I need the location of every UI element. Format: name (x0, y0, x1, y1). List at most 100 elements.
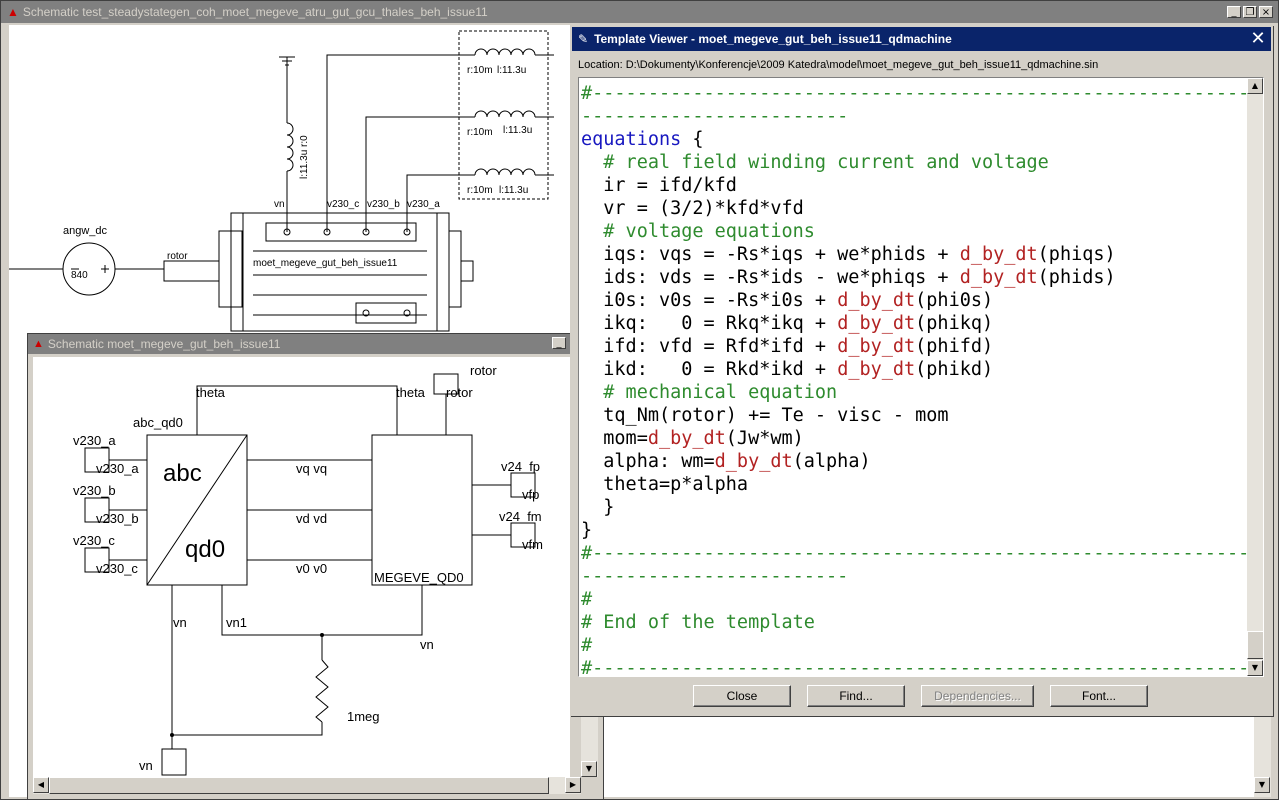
sub-scroll-down-button[interactable]: ▼ (581, 761, 597, 777)
code-token: ids: vds = -Rs*ids - we*phiqs + (581, 267, 960, 288)
v24-fp-label: v24_fp (501, 459, 540, 474)
code-scroll-up-button[interactable]: ▲ (1247, 78, 1263, 94)
sub-app-icon[interactable]: ▲ (33, 338, 44, 350)
qd0-block-label: qd0 (185, 536, 225, 563)
code-line: } (581, 496, 1263, 519)
megeve-block-label: MEGEVE_QD0 (374, 570, 464, 585)
code-line: ids: vds = -Rs*ids - we*phiqs + d_by_dt(… (581, 266, 1263, 289)
code-line: #---------------------------------------… (581, 542, 1263, 565)
sub-scroll-right-button[interactable]: ▶ (565, 777, 581, 793)
rotor-pin-label: rotor (446, 385, 473, 400)
coil2-r-label: r:10m (467, 127, 493, 138)
code-line: theta=p*alpha (581, 473, 1263, 496)
code-token: (phi0s) (915, 290, 994, 311)
code-line: # mechanical equation (581, 381, 1263, 404)
code-token: # (581, 635, 593, 656)
code-scroll-thumb[interactable] (1247, 631, 1263, 659)
main-scroll-down-button[interactable]: ▼ (1254, 777, 1270, 793)
code-scroll-down-button[interactable]: ▼ (1247, 660, 1263, 676)
sub-horizontal-thumb[interactable] (49, 777, 549, 794)
v230-b-pin-label: v230_b (96, 511, 139, 526)
code-line: ikq: 0 = Rkq*ikq + d_by_dt(phikq) (581, 312, 1263, 335)
close-button[interactable]: × (1259, 6, 1273, 18)
v230-a-label: v230_a (73, 433, 116, 448)
find-button[interactable]: Find... (807, 685, 905, 707)
v0-label: v0 v0 (296, 561, 327, 576)
code-token: # voltage equations (581, 221, 815, 242)
v24-fm-label: v24_fm (499, 509, 542, 524)
vfm-pin-label: vfm (522, 537, 543, 552)
vn1-label: vn1 (226, 615, 247, 630)
sub-schematic-canvas[interactable]: rotor theta theta rotor abc_qd0 v230_a v… (33, 357, 570, 777)
code-token: # real field winding current and voltage (581, 152, 1049, 173)
code-line: vr = (3/2)*kfd*vfd (581, 197, 1263, 220)
code-token: } (581, 520, 593, 541)
code-token: { (681, 129, 704, 150)
code-line: } (581, 519, 1263, 542)
viewer-location: Location: D:\Dokumenty\Konferencje\2009 … (578, 59, 1099, 71)
code-token: ikd: 0 = Rkd*ikd + (581, 359, 838, 380)
code-token: iqs: vqs = -Rs*iqs + we*phids + (581, 244, 960, 265)
source-value-label: 840 (71, 270, 88, 281)
code-line: ifd: vfd = Rfd*ifd + d_by_dt(phifd) (581, 335, 1263, 358)
code-token: alpha: wm= (581, 451, 715, 472)
app-icon[interactable]: ▲ (7, 5, 19, 19)
code-vertical-scrollbar[interactable]: ▲ ▼ (1247, 78, 1263, 676)
code-token: d_by_dt (837, 313, 916, 334)
viewer-app-icon[interactable]: ✎ (578, 32, 588, 46)
angw-dc-label: angw_dc (63, 225, 108, 237)
v230-b-label: v230_b (73, 483, 116, 498)
sub-scroll-left-button[interactable]: ◀ (33, 777, 49, 793)
abc-block-label: abc (163, 460, 202, 487)
code-token: ------------------------ (581, 566, 849, 587)
vfp-pin-label: vfp (522, 487, 539, 502)
code-token: ------------------------ (581, 106, 849, 127)
code-token: i0s: v0s = -Rs*i0s + (581, 290, 838, 311)
code-line: #---------------------------------------… (581, 657, 1263, 676)
code-token: (phikq) (915, 313, 994, 334)
sub-title-bar[interactable]: ▲ Schematic moet_megeve_gut_beh_issue11 (28, 334, 603, 354)
code-token: d_by_dt (647, 428, 726, 449)
code-line: # voltage equations (581, 220, 1263, 243)
code-token: (alpha) (792, 451, 871, 472)
vn-pin-label: vn (274, 199, 285, 210)
minimize-button[interactable]: _ (1227, 6, 1241, 18)
v230-c-label: v230_c (73, 533, 115, 548)
code-token: equations (581, 129, 682, 150)
sub-minimize-button[interactable]: _ (552, 337, 566, 349)
theta-right-label: theta (396, 385, 426, 400)
machine-label: moet_megeve_gut_beh_issue11 (253, 258, 398, 269)
v230-c-pin-label: v230_c (96, 561, 138, 576)
viewer-window-title: Template Viewer - moet_megeve_gut_beh_is… (594, 32, 952, 46)
code-token: ir = ifd/kfd (581, 175, 737, 196)
code-token: # mechanical equation (581, 382, 838, 403)
code-token: d_by_dt (837, 359, 916, 380)
viewer-title-bar[interactable]: ✎ Template Viewer - moet_megeve_gut_beh_… (572, 27, 1271, 51)
code-token: vr = (3/2)*kfd*vfd (581, 198, 804, 219)
sub-schematic-window: ▲ Schematic moet_megeve_gut_beh_issue11 … (27, 333, 604, 800)
dependencies-button[interactable]: Dependencies... (921, 685, 1034, 707)
code-line: # real field winding current and voltage (581, 151, 1263, 174)
font-button[interactable]: Font... (1050, 685, 1148, 707)
code-line: equations { (581, 128, 1263, 151)
main-window-title: Schematic test_steadystategen_coh_moet_m… (22, 5, 488, 19)
main-vertical-scrollbar[interactable]: ▼ (1254, 715, 1271, 797)
code-token: # End of the template (581, 612, 815, 633)
coil3-l-label: l:11.3u (499, 185, 528, 196)
code-token: (phikd) (915, 359, 994, 380)
code-token: (phids) (1037, 267, 1116, 288)
code-token: } (581, 497, 615, 518)
viewer-close-button[interactable]: ✕ (1248, 29, 1268, 49)
code-token: d_by_dt (959, 244, 1038, 265)
close-template-button[interactable]: Close (693, 685, 791, 707)
code-line: ------------------------ (581, 565, 1263, 588)
code-area[interactable]: # ------------------------ ---------------… (578, 77, 1264, 677)
main-title-bar[interactable]: ▲ Schematic test_steadystategen_coh_moet… (1, 1, 1278, 23)
restore-button[interactable]: ❐ (1243, 6, 1257, 18)
sub-horizontal-scrollbar[interactable]: ◀ ▶ (33, 777, 581, 794)
code-token: (phifd) (915, 336, 994, 357)
coil2-l-label: l:11.3u (503, 125, 532, 136)
resistor-value-label: 1meg (347, 709, 380, 724)
coil3-r-label: r:10m (467, 185, 493, 196)
v230-c-pin-label: v230_c (327, 199, 359, 210)
